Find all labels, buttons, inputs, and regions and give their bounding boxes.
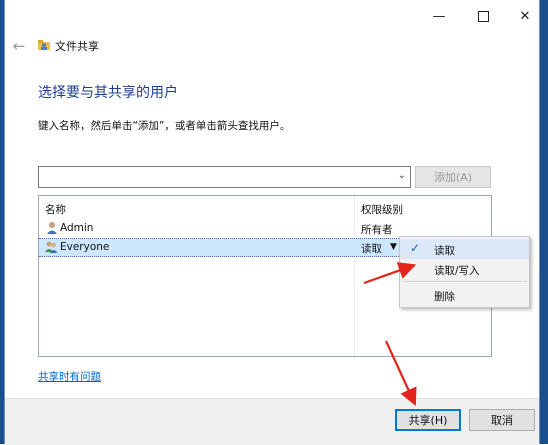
share-dialog-window: — ✕ ← 文件共享 选择要与其共享的用户 键入名称，然后单击“添加”，或者单击… — [4, 0, 540, 445]
permission-dropdown-arrow-icon[interactable]: ▼ — [390, 242, 397, 252]
menu-item-read[interactable]: ✓ 读取 — [400, 239, 529, 259]
share-folder-icon — [38, 40, 50, 50]
table-row-admin[interactable]: Admin 所有者 — [39, 220, 491, 237]
instruction-text: 键入名称，然后单击“添加”，或者单击箭头查找用户。 — [38, 120, 291, 132]
page-heading: 选择要与其共享的用户 — [38, 85, 178, 101]
desktop-background-right — [539, 0, 548, 444]
chevron-down-icon[interactable]: ⌄ — [398, 170, 406, 181]
user-icon — [47, 222, 57, 234]
permission-level[interactable]: 读取 — [361, 241, 382, 256]
sharing-help-link[interactable]: 共享时有问题 — [38, 369, 101, 384]
column-header-permission[interactable]: 权限级别 — [361, 202, 403, 217]
app-title: 文件共享 — [55, 40, 99, 53]
menu-separator — [402, 281, 527, 282]
column-header-name[interactable]: 名称 — [45, 202, 66, 217]
checkmark-icon: ✓ — [410, 241, 421, 255]
share-button[interactable]: 共享(H) — [395, 409, 461, 431]
menu-item-read-write[interactable]: 读取/写入 — [400, 259, 529, 279]
permission-level: 所有者 — [361, 224, 393, 236]
user-name: Admin — [60, 222, 94, 234]
close-icon[interactable]: ✕ — [503, 0, 547, 32]
maximize-icon[interactable] — [461, 0, 505, 32]
minimize-icon[interactable]: — — [417, 0, 461, 32]
user-name: Everyone — [60, 241, 110, 253]
arrow-left-icon[interactable]: ← — [9, 36, 29, 56]
group-icon — [45, 241, 58, 253]
menu-item-remove[interactable]: 删除 — [400, 285, 529, 305]
cancel-button[interactable]: 取消 — [469, 409, 535, 431]
user-name-combo[interactable]: ⌄ — [38, 166, 411, 188]
title-bar: — ✕ — [5, 0, 539, 32]
add-button[interactable]: 添加(A) — [415, 166, 491, 188]
permission-menu: ✓ 读取 读取/写入 删除 — [399, 236, 530, 308]
